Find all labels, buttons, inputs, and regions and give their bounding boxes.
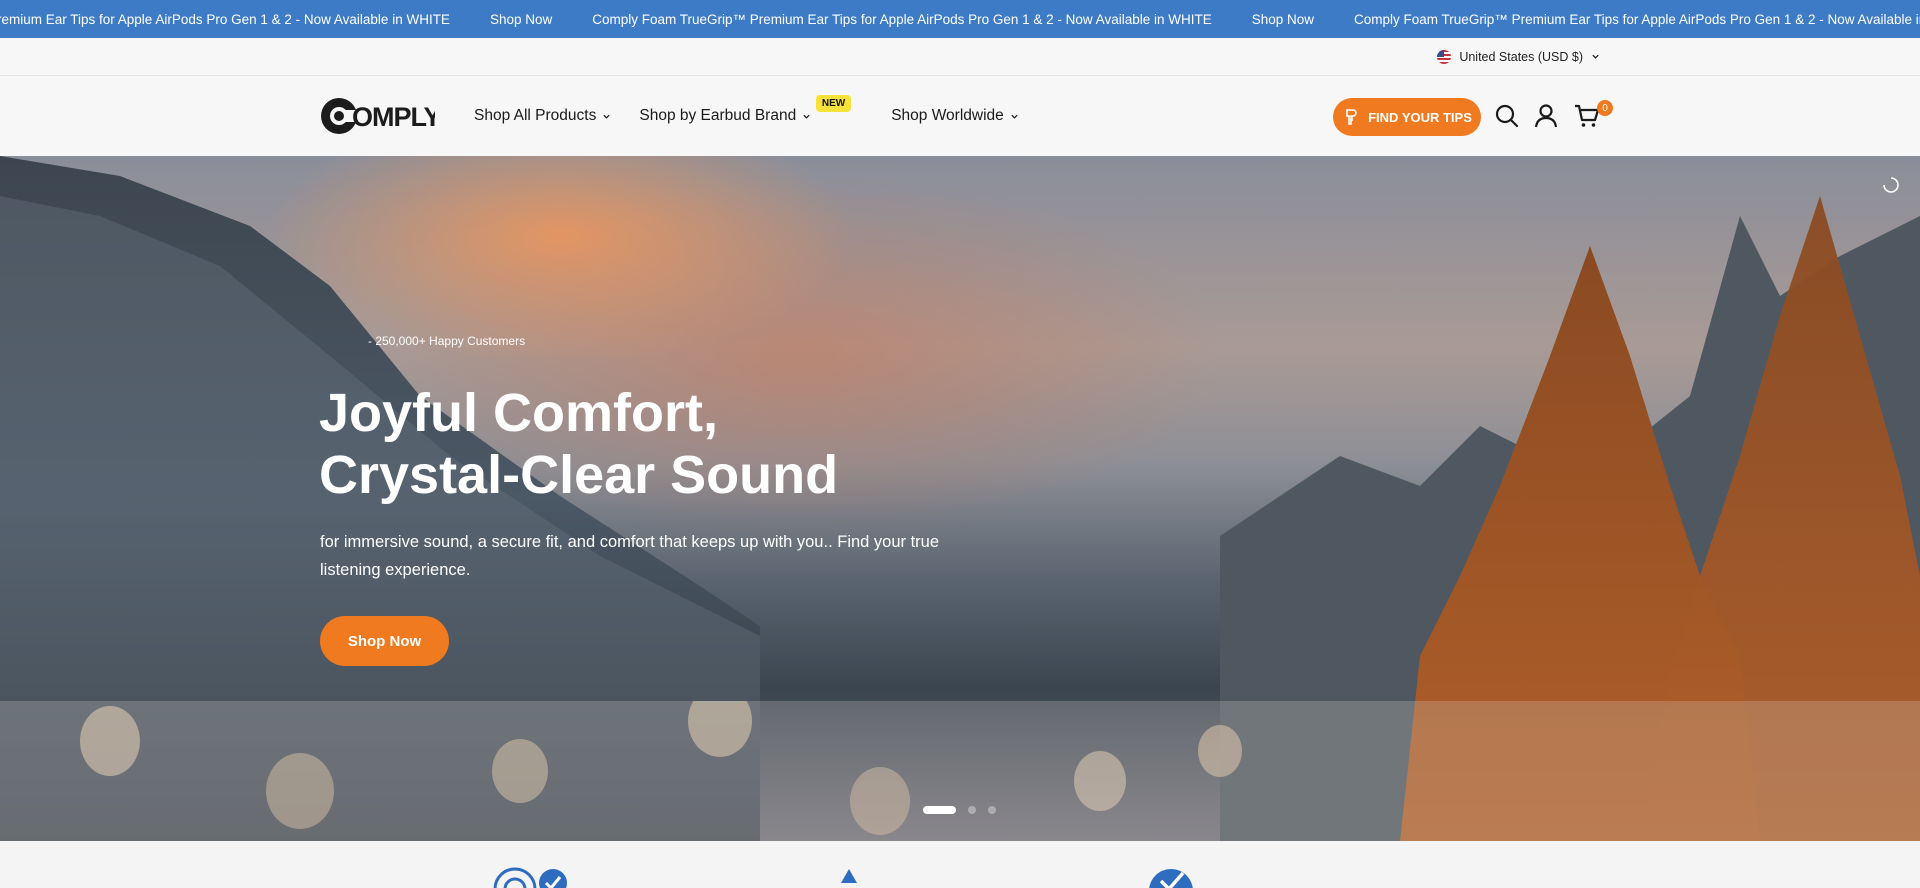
svg-text:OMPLY: OMPLY [352,102,435,132]
hero-title: Joyful Comfort, Crystal-Clear Sound [319,382,1019,506]
droplet-icon [841,869,857,883]
sound-check-icon [493,867,567,888]
locale-label: United States (USD $) [1459,49,1583,64]
country-currency-selector[interactable]: United States (USD $) [1437,38,1600,75]
hero-subtitle: for immersive sound, a secure fit, and c… [320,533,940,579]
comply-logo[interactable]: OMPLY [319,96,443,136]
comfort-check-icon [1149,869,1193,888]
announcement-text[interactable]: Premium Ear Tips for Apple AirPods Pro G… [0,12,450,27]
hero-title-line-1: Joyful Comfort, [319,383,718,443]
find-your-tips-button[interactable]: FIND YOUR TIPS [1333,98,1481,136]
chevron-down-icon [803,114,810,119]
announcement-bar: Premium Ear Tips for Apple AirPods Pro G… [0,0,1920,38]
locale-bar: United States (USD $) [0,38,1920,76]
slider-pagination [923,806,996,814]
slide-dot-3[interactable] [988,806,996,814]
new-badge: NEW [815,95,852,112]
nav-label: Shop Worldwide [891,107,1004,124]
slide-dot-2[interactable] [968,806,976,814]
announcement-shop-now-link[interactable]: Shop Now [490,12,552,27]
chevron-down-icon [1011,114,1018,119]
hero-title-line-2: Crystal-Clear Sound [319,445,839,505]
feature-strip [0,841,1920,888]
nav-label: Shop by Earbud Brand [639,107,797,124]
announcement-text[interactable]: Comply Foam TrueGrip™ Premium Ear Tips f… [592,12,1211,27]
bokeh-lights-decoration [0,701,1920,841]
hero-eyebrow: - 250,000+ Happy Customers [368,334,526,348]
site-header: OMPLY Shop All Products Shop by Earbud B… [0,76,1920,156]
chevron-down-icon [1592,54,1599,59]
nav-shop-by-earbud-brand[interactable]: Shop by Earbud Brand NEW [639,95,852,125]
search-icon[interactable] [1494,103,1520,129]
announcement-shop-now-link[interactable]: Shop Now [1252,12,1314,27]
find-your-tips-label: FIND YOUR TIPS [1368,109,1472,125]
announcement-text[interactable]: Comply Foam TrueGrip™ Premium Ear Tips f… [1354,12,1920,27]
announcement-track: Premium Ear Tips for Apple AirPods Pro G… [0,0,1920,38]
cart-count-badge: 0 [1597,100,1613,116]
ear-tip-icon [1346,109,1357,125]
hero-banner: - 250,000+ Happy Customers Joyful Comfor… [0,156,1920,841]
us-flag-icon [1437,49,1452,64]
nav-label: Shop All Products [474,107,597,124]
main-nav: Shop All Products Shop by Earbud Brand N… [474,76,1047,156]
slide-dot-1[interactable] [923,806,956,814]
nav-shop-all-products[interactable]: Shop All Products [474,107,611,125]
loading-spinner-icon [1883,177,1899,193]
chevron-down-icon [603,114,611,119]
hero-shop-now-button[interactable]: Shop Now [320,616,449,666]
nav-shop-worldwide[interactable]: Shop Worldwide [891,107,1019,125]
account-icon[interactable] [1533,103,1559,129]
